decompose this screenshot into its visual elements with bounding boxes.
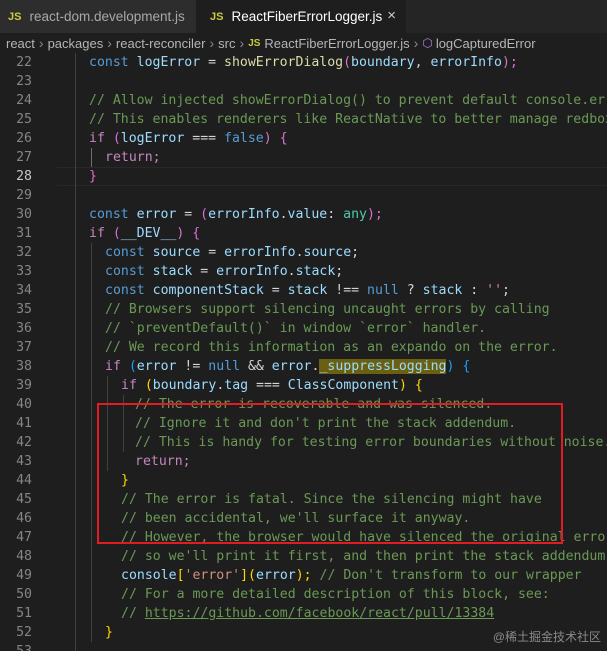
line-number: 53: [0, 642, 32, 651]
code-line: // We record this information as an expa…: [105, 340, 558, 355]
line-number: 48: [16, 549, 32, 564]
line-number: 46: [16, 511, 32, 526]
code-line: // `preventDefault()` in window `error` …: [105, 321, 487, 336]
line-number: 27: [16, 150, 32, 165]
code-line: if (__DEV__) {: [89, 226, 201, 241]
line-number: 26: [16, 131, 32, 146]
line-number: 39: [16, 378, 32, 393]
line-number: 47: [16, 530, 32, 545]
chevron-right-icon: ›: [239, 35, 245, 51]
code-line: return;: [105, 150, 161, 165]
line-number: 34: [16, 283, 32, 298]
js-file-icon: JS: [248, 37, 261, 49]
code-editor[interactable]: 22 const logError = showErrorDialog(bound…: [0, 53, 607, 651]
breadcrumb-item-src[interactable]: src: [218, 36, 235, 51]
breadcrumb-item-packages[interactable]: packages: [48, 36, 104, 51]
line-number: 45: [16, 492, 32, 507]
chevron-right-icon: ›: [413, 35, 419, 51]
line-number: 38: [16, 359, 32, 374]
code-line: const componentStack = stack !== null ? …: [105, 283, 510, 298]
line-number: 36: [16, 321, 32, 336]
breadcrumb: react › packages › react-reconciler › sr…: [0, 33, 607, 53]
code-line: // Allow injected showErrorDialog() to p…: [89, 93, 607, 108]
search-match-highlight: _suppressLogging: [319, 359, 447, 374]
code-line: if (boundary.tag === ClassComponent) {: [121, 378, 423, 393]
line-number: 44: [16, 473, 32, 488]
line-number: 29: [16, 188, 32, 203]
line-number: 40: [16, 397, 32, 412]
line-number: 49: [16, 568, 32, 583]
line-number: 32: [16, 245, 32, 260]
chevron-right-icon: ›: [209, 35, 215, 51]
line-number-current: 28: [16, 169, 32, 184]
line-number: 35: [16, 302, 32, 317]
code-line: if (logError === false) {: [89, 131, 288, 146]
code-line: const stack = errorInfo.stack;: [105, 264, 344, 279]
code-line: // so we'll print it first, and then pri…: [121, 549, 607, 564]
tab-react-dom-development[interactable]: JS react-dom.development.js: [0, 0, 196, 33]
code-line: // For a more detailed description of th…: [121, 587, 550, 602]
line-number: 30: [16, 207, 32, 222]
line-number: 52: [16, 625, 32, 640]
breadcrumb-item-react-reconciler[interactable]: react-reconciler: [116, 36, 206, 51]
code-line: if (error != null && error._suppressLogg…: [105, 359, 471, 374]
code-line: const logError = showErrorDialog(boundar…: [89, 55, 518, 70]
line-number: 37: [16, 340, 32, 355]
annotation-box: [97, 403, 563, 544]
js-file-icon: JS: [210, 10, 224, 23]
pull-request-link[interactable]: https://github.com/facebook/react/pull/1…: [145, 606, 494, 621]
js-file-icon: JS: [8, 10, 22, 23]
line-number: 41: [16, 416, 32, 431]
tab-label: react-dom.development.js: [29, 9, 185, 24]
code-line: console['error'](error); // Don't transf…: [121, 568, 582, 583]
method-symbol-icon: ⬡: [422, 36, 433, 50]
breadcrumb-item-symbol[interactable]: logCapturedError: [436, 36, 536, 51]
tab-bar: JS react-dom.development.js JS ReactFibe…: [0, 0, 607, 33]
line-number: 43: [16, 454, 32, 469]
line-number: 51: [16, 606, 32, 621]
line-number: 24: [16, 93, 32, 108]
breadcrumb-item-file[interactable]: ReactFiberErrorLogger.js: [264, 36, 409, 51]
code-line: // Browsers support silencing uncaught e…: [105, 302, 550, 317]
line-number: 25: [16, 112, 32, 127]
tab-react-fiber-error-logger[interactable]: JS ReactFiberErrorLogger.js ×: [196, 0, 406, 33]
chevron-right-icon: ›: [38, 35, 44, 51]
chevron-right-icon: ›: [107, 35, 112, 51]
line-number: 33: [16, 264, 32, 279]
line-number: 31: [16, 226, 32, 241]
watermark: @稀土掘金技术社区: [492, 630, 601, 644]
tab-label: ReactFiberErrorLogger.js: [231, 9, 383, 24]
line-number: 42: [16, 435, 32, 450]
line-number: 23: [16, 74, 32, 89]
close-icon[interactable]: ×: [387, 7, 396, 24]
code-line: // This enables renderers like ReactNati…: [89, 112, 607, 127]
code-line: // https://github.com/facebook/react/pul…: [121, 606, 495, 621]
code-line: }: [89, 169, 97, 184]
code-line: const error = (errorInfo.value: any);: [89, 207, 383, 222]
line-number: 50: [16, 587, 32, 602]
code-line: }: [105, 625, 113, 640]
code-line: const source = errorInfo.source;: [105, 245, 360, 260]
line-number: 22: [16, 55, 32, 70]
breadcrumb-item-react[interactable]: react: [6, 36, 35, 51]
